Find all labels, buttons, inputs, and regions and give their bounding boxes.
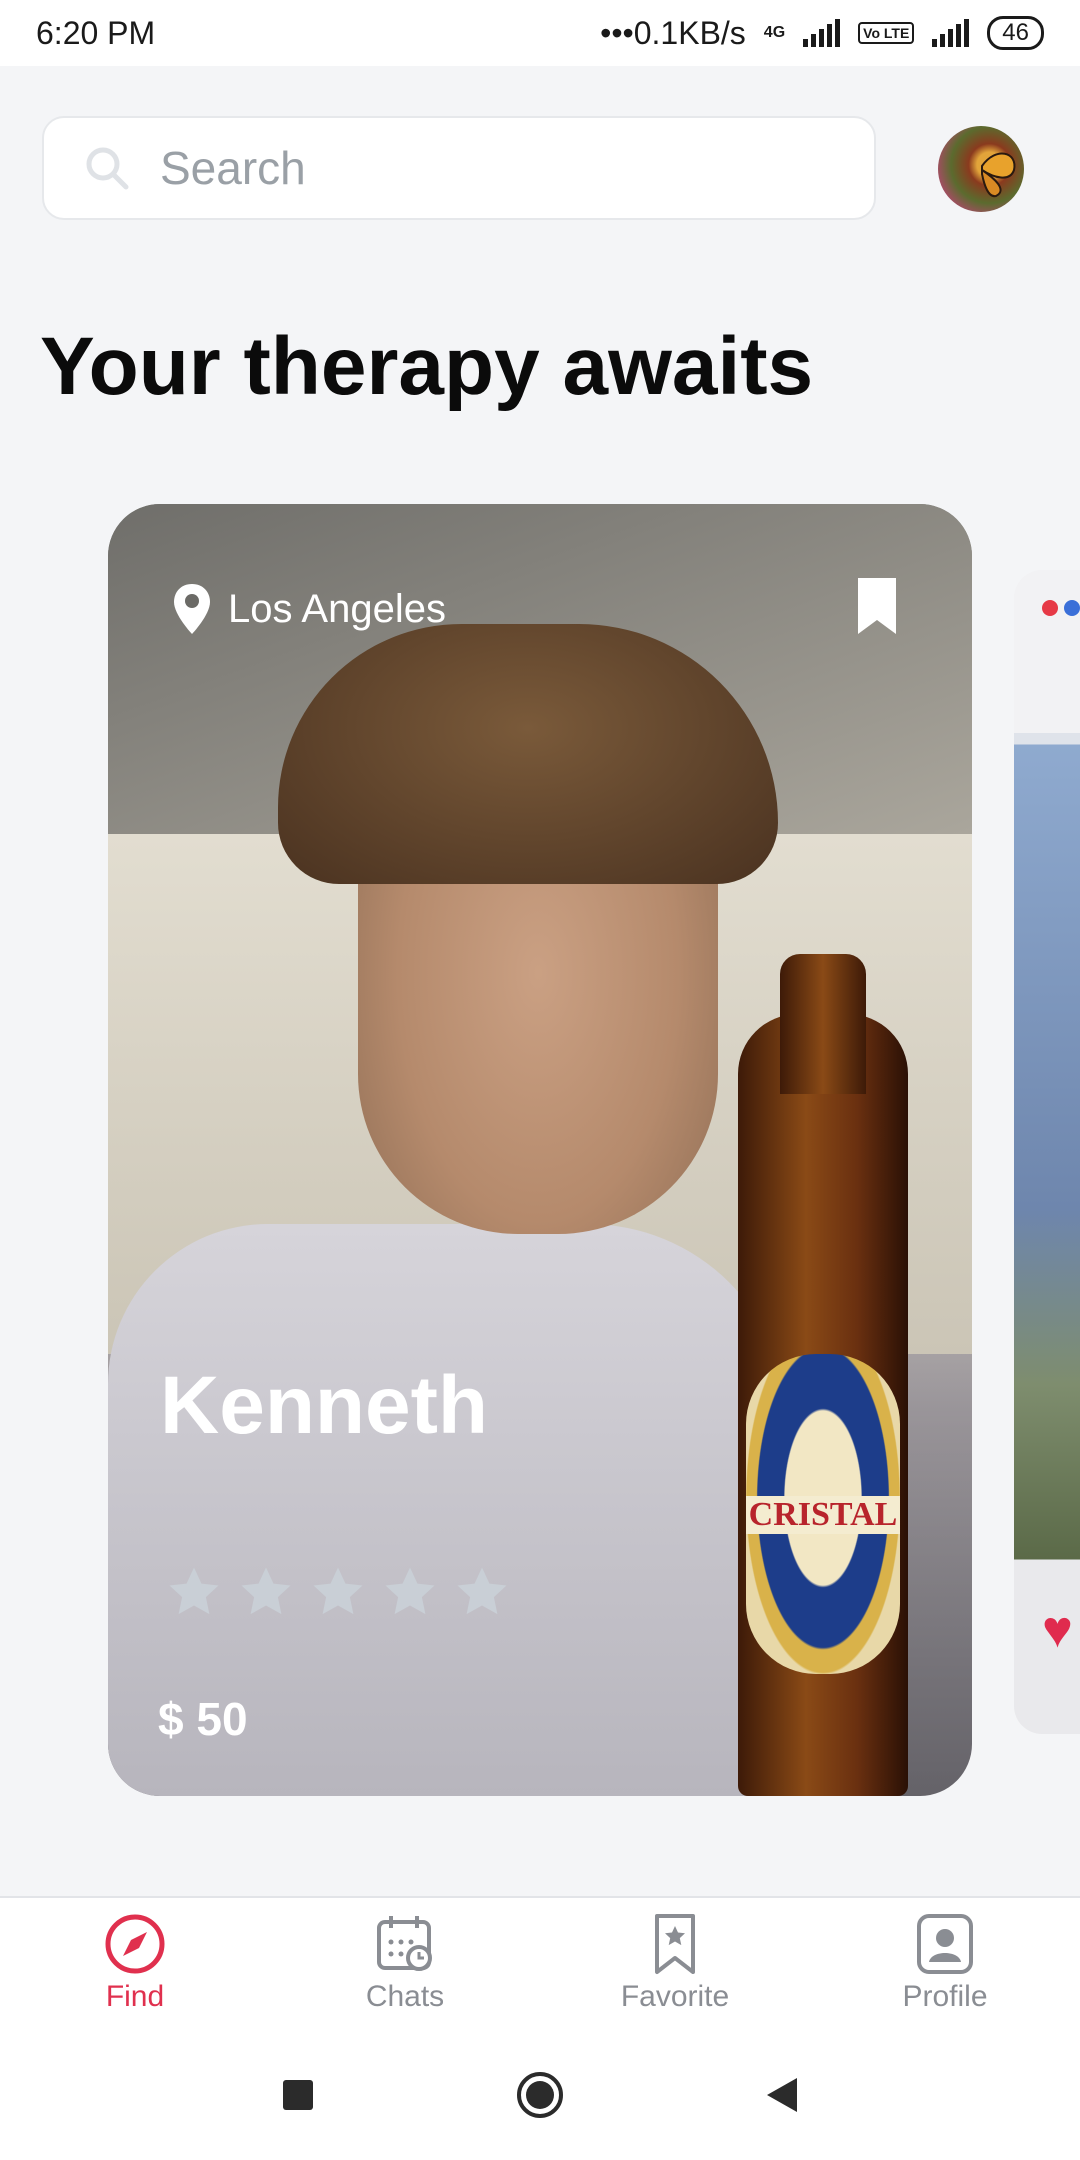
tab-favorite[interactable]: Favorite [540,1898,810,2032]
tab-chats-label: Chats [365,1980,445,2013]
status-right: •••0.1KB/s 4G Vo LTE 46 [600,15,1044,52]
compass-icon [105,1914,165,1974]
bookmark-star-icon [655,1914,695,1974]
page-title: Your therapy awaits [40,321,814,412]
back-button[interactable] [765,2076,799,2114]
star-icon [241,1567,291,1615]
search-bar[interactable] [42,116,876,220]
tab-profile-label: Profile [902,1980,988,2013]
tab-profile[interactable]: Profile [810,1898,1080,2032]
location-label: Los Angeles [228,586,446,631]
signal-icon [803,19,841,47]
battery-icon: 46 [987,16,1044,50]
tab-find[interactable]: Find [0,1898,270,2032]
system-nav-bar [0,2030,1080,2160]
photo-bottle: CRISTAL [738,954,908,1796]
profile-card-icon [917,1914,973,1974]
bottle-label-text: CRISTAL [746,1496,900,1534]
star-icon [385,1567,435,1615]
recent-apps-button[interactable] [281,2078,315,2112]
avatar[interactable] [938,126,1024,212]
heart-icon: ♥ [1042,1601,1073,1659]
bookmark-icon[interactable] [856,576,898,636]
star-icon [169,1567,219,1615]
therapist-name: Kenneth [160,1360,488,1451]
status-time: 6:20 PM [36,14,156,51]
butterfly-avatar-image [981,152,1016,198]
rating-stars [166,1564,510,1620]
calendar-clock-icon [377,1916,432,1971]
home-button[interactable] [515,2070,565,2120]
peek-dots [1042,600,1080,616]
star-icon [313,1567,363,1615]
network-speed: •••0.1KB/s [600,14,746,51]
next-therapist-card[interactable]: ♥ [1014,570,1080,1734]
status-bar: 6:20 PM •••0.1KB/s 4G Vo LTE 46 [0,0,1080,66]
tab-favorite-label: Favorite [620,1980,730,2013]
search-icon [86,147,129,190]
search-input[interactable] [158,140,842,196]
volte-icon: Vo LTE [858,22,915,44]
location-pin-icon [174,584,210,634]
star-icon [457,1567,507,1615]
network-type: 4G [763,24,786,41]
bottom-tab-bar: Find Chats Favorite Profile [0,1896,1080,2032]
tab-chats[interactable]: Chats [270,1898,540,2032]
signal-icon-2 [932,19,970,47]
therapist-card[interactable]: CRISTAL Los Angeles Kenneth $ 50 [108,504,972,1796]
tab-find-label: Find [105,1980,165,2013]
card-location: Los Angeles [172,582,446,636]
session-price: $ 50 [158,1693,248,1745]
